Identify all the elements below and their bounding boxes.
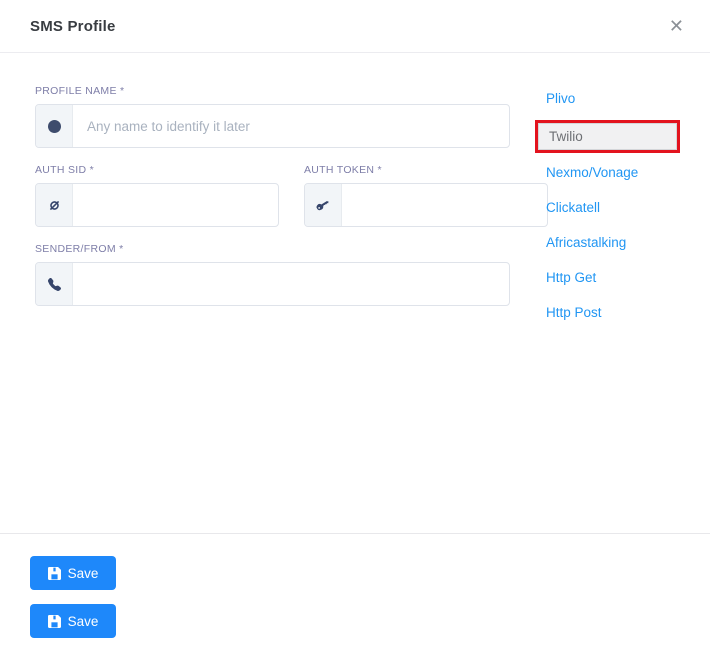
auth-token-input-group	[304, 183, 548, 227]
profile-name-group: PROFILE NAME *	[35, 85, 510, 148]
provider-item-africastalking[interactable]: Africastalking	[535, 229, 680, 256]
save-button-label: Save	[68, 614, 99, 629]
auth-row: AUTH SID * AUTH TOKEN *	[35, 164, 510, 243]
provider-item-nexmo-vonage[interactable]: Nexmo/Vonage	[535, 159, 680, 186]
auth-sid-group: AUTH SID *	[35, 164, 279, 227]
sender-from-input-group	[35, 262, 510, 306]
auth-sid-label: AUTH SID *	[35, 164, 279, 176]
modal-header: SMS Profile ✕	[0, 0, 710, 53]
save-icon	[48, 567, 61, 580]
provider-item-http-post[interactable]: Http Post	[535, 299, 680, 326]
sender-from-input[interactable]	[73, 263, 509, 305]
auth-sid-input[interactable]	[73, 184, 278, 226]
sender-from-label: SENDER/FROM *	[35, 243, 510, 255]
provider-item-label: Twilio	[538, 123, 677, 150]
provider-item-twilio[interactable]: Twilio	[535, 120, 680, 153]
profile-name-label: PROFILE NAME *	[35, 85, 510, 97]
auth-sid-input-group	[35, 183, 279, 227]
page-title: SMS Profile	[30, 18, 116, 35]
provider-item-http-get[interactable]: Http Get	[535, 264, 680, 291]
save-button-secondary[interactable]: Save	[30, 604, 116, 638]
provider-item-plivo[interactable]: Plivo	[535, 85, 680, 112]
save-button[interactable]: Save	[30, 556, 116, 590]
auth-token-label: AUTH TOKEN *	[304, 164, 548, 176]
sid-icon	[36, 184, 73, 226]
modal-body: PROFILE NAME * AUTH SID *	[0, 53, 710, 334]
key-icon	[305, 184, 342, 226]
modal-footer: Save Save	[0, 533, 710, 652]
profile-name-input[interactable]	[73, 105, 509, 147]
provider-list: Plivo Twilio Nexmo/Vonage Clickatell Africas…	[535, 85, 680, 334]
provider-item-clickatell[interactable]: Clickatell	[535, 194, 680, 221]
close-icon[interactable]: ✕	[665, 13, 688, 39]
auth-token-group: AUTH TOKEN *	[304, 164, 548, 227]
save-icon	[48, 615, 61, 628]
sms-profile-modal: SMS Profile ✕ PROFILE NAME * AUTH SID *	[0, 0, 710, 652]
save-button-label: Save	[68, 566, 99, 581]
profile-name-input-group	[35, 104, 510, 148]
sender-from-group: SENDER/FROM *	[35, 243, 510, 306]
sms-profile-form: PROFILE NAME * AUTH SID *	[35, 85, 510, 334]
auth-token-input[interactable]	[342, 184, 547, 226]
phone-icon	[36, 263, 73, 305]
circle-icon	[36, 105, 73, 147]
